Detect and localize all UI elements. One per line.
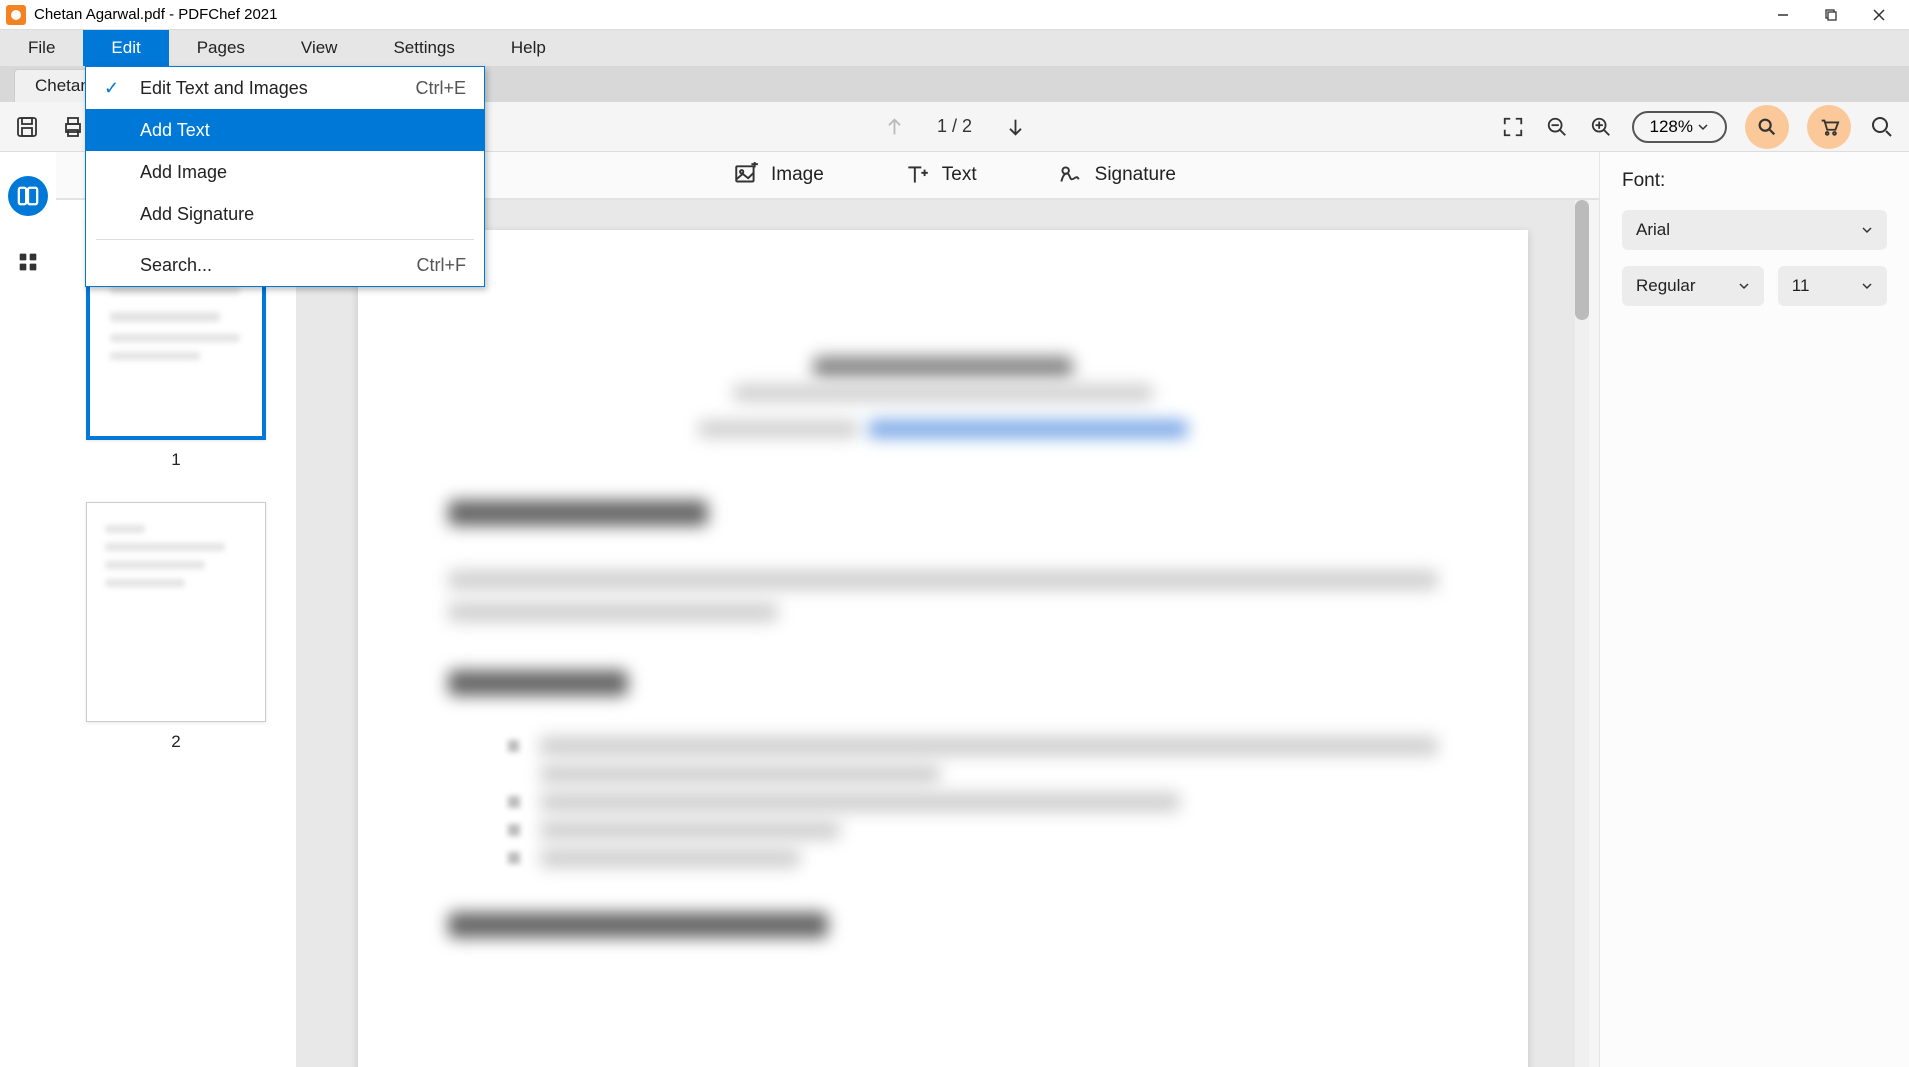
- chevron-down-icon: [1697, 121, 1709, 133]
- dd-label: Search...: [140, 255, 417, 276]
- close-button[interactable]: [1867, 3, 1891, 27]
- add-signature-label: Signature: [1095, 164, 1176, 186]
- zoom-out-icon[interactable]: [1544, 114, 1570, 140]
- print-icon[interactable]: [60, 114, 86, 140]
- image-icon: [733, 162, 759, 188]
- document-view[interactable]: [296, 200, 1589, 1067]
- text-icon: [904, 162, 930, 188]
- page-indicator: 1 / 2: [937, 116, 972, 137]
- font-weight-value: Regular: [1636, 276, 1696, 296]
- dd-shortcut: Ctrl+E: [415, 78, 466, 99]
- dd-add-text[interactable]: Add Text: [86, 109, 484, 151]
- zoom-value: 128%: [1650, 117, 1693, 137]
- grid-view-button[interactable]: [8, 242, 48, 282]
- chevron-down-icon: [1861, 280, 1873, 292]
- thumbnail-label-1: 1: [171, 450, 180, 470]
- font-family-value: Arial: [1636, 220, 1670, 240]
- minimize-button[interactable]: [1771, 3, 1795, 27]
- font-family-select[interactable]: Arial: [1622, 210, 1887, 250]
- thumbnail-label-2: 2: [171, 732, 180, 752]
- menu-edit[interactable]: Edit: [83, 30, 168, 66]
- dd-divider: [96, 239, 474, 240]
- next-page-icon[interactable]: [1002, 114, 1028, 140]
- dd-shortcut: Ctrl+F: [417, 255, 467, 276]
- zoom-selector[interactable]: 128%: [1632, 111, 1727, 143]
- add-text-button[interactable]: Text: [904, 162, 977, 188]
- chevron-down-icon: [1861, 224, 1873, 236]
- save-icon[interactable]: [14, 114, 40, 140]
- menu-settings[interactable]: Settings: [365, 30, 482, 66]
- dd-edit-text-images[interactable]: ✓ Edit Text and Images Ctrl+E: [86, 67, 484, 109]
- menu-file[interactable]: File: [0, 30, 83, 66]
- fit-screen-icon[interactable]: [1500, 114, 1526, 140]
- font-panel: Font: Arial Regular 11: [1599, 152, 1909, 1067]
- font-label: Font:: [1622, 170, 1887, 192]
- add-image-label: Image: [771, 164, 824, 186]
- menu-view[interactable]: View: [273, 30, 366, 66]
- thumbnail-page-2[interactable]: [86, 502, 266, 722]
- app-icon: [6, 5, 26, 25]
- zoom-in-icon[interactable]: [1588, 114, 1614, 140]
- search-highlight-button[interactable]: [1745, 105, 1789, 149]
- add-text-label: Text: [942, 164, 977, 186]
- search-icon[interactable]: [1869, 114, 1895, 140]
- dd-add-image[interactable]: Add Image: [86, 151, 484, 193]
- font-weight-select[interactable]: Regular: [1622, 266, 1764, 306]
- dd-add-signature[interactable]: Add Signature: [86, 193, 484, 235]
- dd-label: Edit Text and Images: [140, 78, 415, 99]
- window-title: Chetan Agarwal.pdf - PDFChef 2021: [34, 6, 277, 23]
- chevron-down-icon: [1738, 280, 1750, 292]
- signature-icon: [1057, 162, 1083, 188]
- edit-dropdown: ✓ Edit Text and Images Ctrl+E Add Text A…: [85, 66, 485, 287]
- doc-scrollthumb[interactable]: [1575, 200, 1589, 320]
- doc-scrollbar[interactable]: [1575, 200, 1589, 1067]
- menu-help[interactable]: Help: [483, 30, 574, 66]
- thumbnails-view-button[interactable]: [8, 176, 48, 216]
- dd-search[interactable]: Search... Ctrl+F: [86, 244, 484, 286]
- document-page[interactable]: [358, 230, 1528, 1067]
- dd-label: Add Signature: [140, 204, 466, 225]
- font-size-value: 11: [1792, 276, 1810, 296]
- title-bar: Chetan Agarwal.pdf - PDFChef 2021: [0, 0, 1909, 30]
- side-strip: [0, 152, 56, 1067]
- dd-label: Add Image: [140, 162, 466, 183]
- font-size-select[interactable]: 11: [1778, 266, 1887, 306]
- prev-page-icon[interactable]: [881, 114, 907, 140]
- menu-bar: File Edit Pages View Settings Help: [0, 30, 1909, 66]
- check-icon: ✓: [104, 78, 126, 99]
- add-image-button[interactable]: Image: [733, 162, 824, 188]
- maximize-button[interactable]: [1819, 3, 1843, 27]
- menu-pages[interactable]: Pages: [169, 30, 273, 66]
- cart-button[interactable]: [1807, 105, 1851, 149]
- dd-label: Add Text: [140, 120, 466, 141]
- add-signature-button[interactable]: Signature: [1057, 162, 1176, 188]
- thumbnail-panel: 1 2: [56, 200, 296, 1067]
